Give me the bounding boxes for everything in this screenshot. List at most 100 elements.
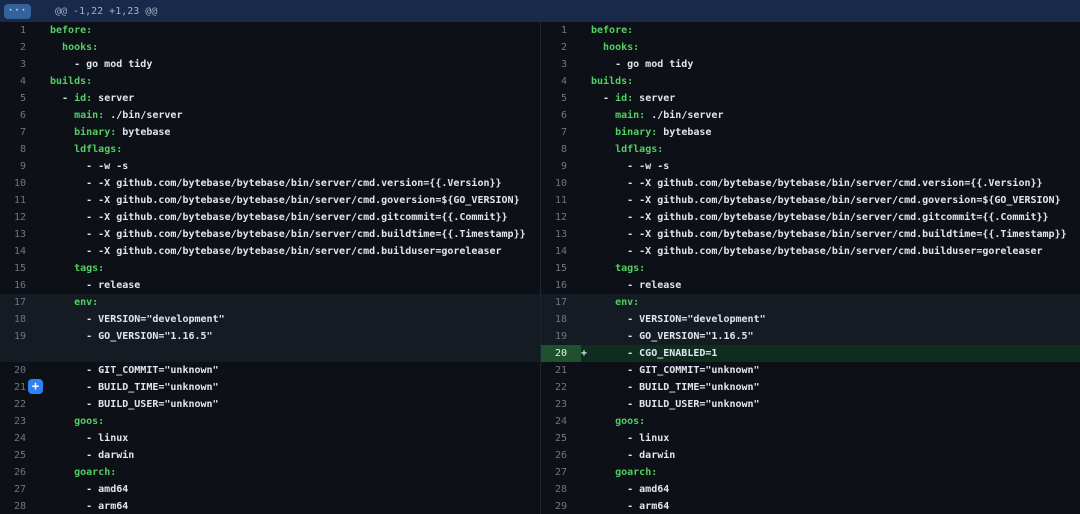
line-number[interactable]: 13 xyxy=(541,226,581,243)
code-line: - -X github.com/bytebase/bytebase/bin/se… xyxy=(591,226,1080,243)
line-number[interactable]: 23 xyxy=(0,413,40,430)
line-number[interactable]: 9 xyxy=(541,158,581,175)
yaml-text: - BUILD_USER="unknown" xyxy=(50,399,219,410)
line-number[interactable]: 20 xyxy=(541,345,581,362)
expand-hunk-button[interactable]: ··· xyxy=(4,4,31,19)
diff-marker xyxy=(40,39,50,56)
line-number[interactable]: 22 xyxy=(541,379,581,396)
code-line: - go mod tidy xyxy=(50,56,540,73)
line-number[interactable]: 7 xyxy=(0,124,40,141)
line-number[interactable]: 3 xyxy=(0,56,40,73)
line-number[interactable]: 15 xyxy=(0,260,40,277)
line-number[interactable]: 24 xyxy=(0,430,40,447)
yaml-text: - GO_VERSION="1.16.5" xyxy=(591,331,754,342)
line-number[interactable]: 29 xyxy=(541,498,581,514)
line-number[interactable]: 9 xyxy=(0,158,40,175)
line-number[interactable]: 28 xyxy=(0,498,40,514)
yaml-text xyxy=(591,263,615,274)
code-line: - release xyxy=(50,277,540,294)
yaml-text: - go mod tidy xyxy=(591,59,693,70)
line-number[interactable]: 18 xyxy=(0,311,40,328)
code-line: - VERSION="development" xyxy=(50,311,540,328)
line-number[interactable]: 23 xyxy=(541,396,581,413)
line-number[interactable]: 16 xyxy=(0,277,40,294)
line-number[interactable]: 27 xyxy=(541,464,581,481)
yaml-text: - amd64 xyxy=(50,484,128,495)
yaml-text: server xyxy=(633,93,675,104)
diff-marker xyxy=(581,464,591,481)
line-number[interactable]: 7 xyxy=(541,124,581,141)
line-number[interactable]: 27 xyxy=(0,481,40,498)
line-number[interactable]: 25 xyxy=(541,430,581,447)
add-comment-button[interactable]: + xyxy=(28,379,43,394)
yaml-key: id: xyxy=(615,93,633,104)
line-number[interactable]: 28 xyxy=(541,481,581,498)
yaml-text: bytebase xyxy=(116,127,170,138)
diff-marker xyxy=(581,22,591,39)
line-number[interactable]: 11 xyxy=(0,192,40,209)
line-number[interactable]: 22 xyxy=(0,396,40,413)
diff-row: 7 binary: bytebase xyxy=(0,124,540,141)
line-number[interactable]: 21 xyxy=(541,362,581,379)
diff-marker xyxy=(581,328,591,345)
line-number[interactable]: 17 xyxy=(541,294,581,311)
diff-pane-old: 1before:2 hooks:3 - go mod tidy4builds:5… xyxy=(0,22,540,514)
line-number[interactable]: 4 xyxy=(0,73,40,90)
line-number[interactable]: 1 xyxy=(0,22,40,39)
line-number[interactable]: 26 xyxy=(541,447,581,464)
diff-marker xyxy=(581,396,591,413)
line-number[interactable]: 14 xyxy=(541,243,581,260)
line-number[interactable]: 16 xyxy=(541,277,581,294)
line-number[interactable]: 25 xyxy=(0,447,40,464)
diff-row: 4builds: xyxy=(541,73,1080,90)
diff-row: 12 - -X github.com/bytebase/bytebase/bin… xyxy=(0,209,540,226)
line-number[interactable]: 26 xyxy=(0,464,40,481)
diff-marker xyxy=(40,413,50,430)
line-number[interactable]: 12 xyxy=(0,209,40,226)
diff-marker xyxy=(40,175,50,192)
line-number[interactable]: 18 xyxy=(541,311,581,328)
diff-row: 15 tags: xyxy=(541,260,1080,277)
line-number[interactable]: 10 xyxy=(541,175,581,192)
code-line: env: xyxy=(591,294,1080,311)
line-number[interactable]: 2 xyxy=(0,39,40,56)
line-number[interactable]: 8 xyxy=(541,141,581,158)
line-number[interactable]: 4 xyxy=(541,73,581,90)
diff-row: 4builds: xyxy=(0,73,540,90)
diff-row: 21 - GIT_COMMIT="unknown" xyxy=(541,362,1080,379)
line-number[interactable]: 15 xyxy=(541,260,581,277)
line-number[interactable]: 6 xyxy=(0,107,40,124)
diff-marker xyxy=(581,481,591,498)
line-number[interactable]: 19 xyxy=(541,328,581,345)
diff-row: 26 goarch: xyxy=(0,464,540,481)
line-number[interactable]: 17 xyxy=(0,294,40,311)
line-number[interactable]: 6 xyxy=(541,107,581,124)
addition-marker: + xyxy=(581,345,591,362)
line-number[interactable]: 10 xyxy=(0,175,40,192)
code-line: - GIT_COMMIT="unknown" xyxy=(50,362,540,379)
diff-marker xyxy=(581,243,591,260)
line-number[interactable]: 20 xyxy=(0,362,40,379)
line-number[interactable]: 2 xyxy=(541,39,581,56)
code-line: - -X github.com/bytebase/bytebase/bin/se… xyxy=(591,243,1080,260)
line-number[interactable]: 1 xyxy=(541,22,581,39)
line-number[interactable]: 19 xyxy=(0,328,40,345)
line-number[interactable]: 24 xyxy=(541,413,581,430)
diff-marker xyxy=(581,311,591,328)
line-number[interactable]: 5 xyxy=(541,90,581,107)
line-number[interactable]: 12 xyxy=(541,209,581,226)
line-number[interactable]: 3 xyxy=(541,56,581,73)
line-number[interactable]: 5 xyxy=(0,90,40,107)
diff-marker xyxy=(581,498,591,514)
diff-row: 24 goos: xyxy=(541,413,1080,430)
line-number[interactable]: 13 xyxy=(0,226,40,243)
line-number[interactable]: 11 xyxy=(541,192,581,209)
code-line: - id: server xyxy=(50,90,540,107)
line-number[interactable]: 14 xyxy=(0,243,40,260)
diff-marker xyxy=(581,294,591,311)
yaml-text: - release xyxy=(591,280,681,291)
diff-row: 29 - arm64 xyxy=(541,498,1080,514)
line-number[interactable]: 8 xyxy=(0,141,40,158)
diff-row: 3 - go mod tidy xyxy=(541,56,1080,73)
diff-row: 16 - release xyxy=(0,277,540,294)
